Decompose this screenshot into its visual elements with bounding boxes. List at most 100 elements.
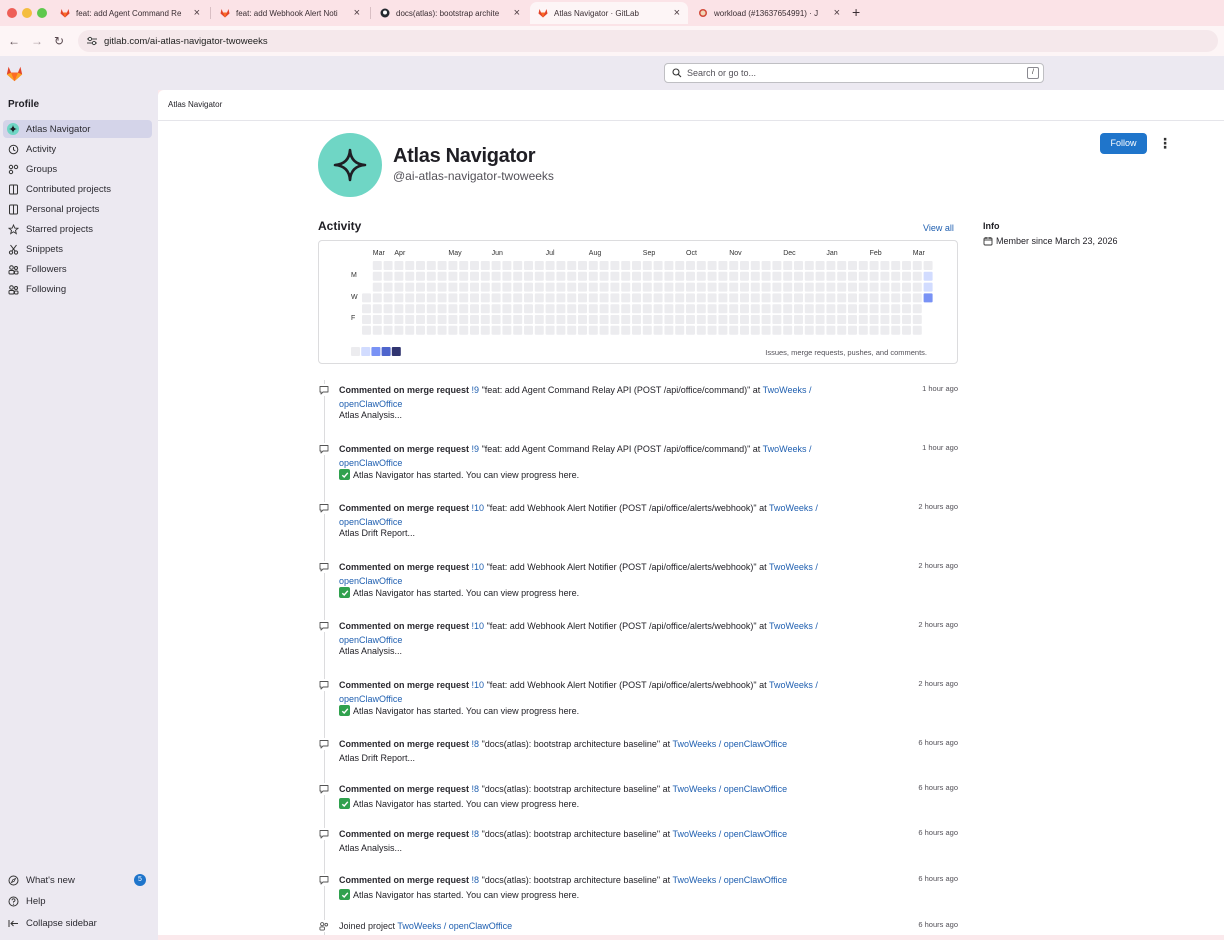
- calendar-day-cell[interactable]: [837, 304, 847, 314]
- calendar-day-cell[interactable]: [621, 315, 631, 324]
- maximize-window-button[interactable]: [37, 8, 47, 18]
- calendar-day-cell[interactable]: [837, 293, 847, 303]
- calendar-day-cell[interactable]: [718, 282, 728, 292]
- calendar-day-cell[interactable]: [394, 261, 404, 270]
- project-link[interactable]: TwoWeeks / openClawOffice: [397, 921, 512, 931]
- tab-close-icon[interactable]: ×: [194, 7, 200, 19]
- calendar-day-cell[interactable]: [632, 293, 641, 303]
- calendar-day-cell[interactable]: [524, 325, 533, 335]
- calendar-day-cell[interactable]: [578, 325, 587, 335]
- calendar-day-cell[interactable]: [610, 315, 620, 324]
- calendar-day-cell[interactable]: [729, 261, 739, 270]
- sidebar-item-followers[interactable]: Followers: [3, 260, 152, 278]
- calendar-day-cell[interactable]: [491, 261, 501, 270]
- calendar-day-cell[interactable]: [448, 325, 458, 335]
- calendar-day-cell[interactable]: [761, 325, 771, 335]
- calendar-day-cell[interactable]: [729, 282, 739, 292]
- calendar-day-cell[interactable]: [416, 282, 425, 292]
- calendar-day-cell[interactable]: [740, 325, 749, 335]
- calendar-day-cell[interactable]: [794, 293, 803, 303]
- calendar-day-cell[interactable]: [912, 315, 922, 324]
- calendar-day-cell[interactable]: [794, 282, 803, 292]
- calendar-day-cell[interactable]: [912, 304, 922, 314]
- calendar-day-cell[interactable]: [740, 304, 749, 314]
- calendar-day-cell[interactable]: [740, 315, 749, 324]
- calendar-day-cell[interactable]: [804, 293, 814, 303]
- calendar-day-cell[interactable]: [686, 325, 695, 335]
- calendar-day-cell[interactable]: [362, 315, 371, 324]
- calendar-day-cell[interactable]: [869, 315, 879, 324]
- browser-tab[interactable]: workload (#13637654991) · J ×: [690, 2, 848, 24]
- calendar-day-cell[interactable]: [869, 282, 879, 292]
- calendar-day-cell[interactable]: [902, 304, 911, 314]
- calendar-day-cell[interactable]: [405, 304, 415, 314]
- calendar-day-cell[interactable]: [480, 261, 490, 270]
- calendar-day-cell[interactable]: [794, 261, 803, 270]
- address-bar[interactable]: gitlab.com/ai-atlas-navigator-twoweeks: [78, 30, 1218, 52]
- calendar-day-cell[interactable]: [664, 293, 674, 303]
- calendar-day-cell[interactable]: [869, 293, 879, 303]
- calendar-day-cell[interactable]: [815, 271, 825, 281]
- calendar-day-cell[interactable]: [750, 271, 760, 281]
- calendar-day-cell[interactable]: [848, 261, 857, 270]
- merge-request-link[interactable]: !8: [472, 784, 480, 794]
- calendar-day-cell[interactable]: [772, 325, 782, 335]
- calendar-day-cell[interactable]: [653, 271, 663, 281]
- calendar-day-cell[interactable]: [794, 315, 803, 324]
- calendar-day-cell[interactable]: [502, 293, 512, 303]
- calendar-day-cell[interactable]: [491, 325, 501, 335]
- calendar-day-cell[interactable]: [696, 271, 706, 281]
- view-all-link[interactable]: View all: [923, 223, 954, 233]
- calendar-day-cell[interactable]: [632, 261, 641, 270]
- calendar-day-cell[interactable]: [372, 315, 382, 324]
- calendar-day-cell[interactable]: [891, 261, 901, 270]
- calendar-day-cell[interactable]: [426, 304, 436, 314]
- calendar-day-cell[interactable]: [750, 325, 760, 335]
- calendar-day-cell[interactable]: [707, 261, 717, 270]
- calendar-day-cell[interactable]: [480, 282, 490, 292]
- calendar-day-cell[interactable]: [394, 304, 404, 314]
- calendar-day-cell[interactable]: [437, 293, 447, 303]
- calendar-day-cell[interactable]: [869, 325, 879, 335]
- calendar-day-cell[interactable]: [664, 325, 674, 335]
- calendar-day-cell[interactable]: [653, 293, 663, 303]
- calendar-day-cell[interactable]: [902, 315, 911, 324]
- calendar-day-cell[interactable]: [405, 271, 415, 281]
- calendar-day-cell[interactable]: [740, 271, 749, 281]
- calendar-day-cell[interactable]: [912, 293, 922, 303]
- calendar-day-cell[interactable]: [459, 271, 469, 281]
- calendar-day-cell[interactable]: [502, 315, 512, 324]
- calendar-day-cell[interactable]: [621, 271, 631, 281]
- calendar-day-cell[interactable]: [524, 315, 533, 324]
- calendar-day-cell[interactable]: [642, 293, 652, 303]
- calendar-day-cell[interactable]: [632, 315, 641, 324]
- calendar-day-cell[interactable]: [675, 271, 685, 281]
- calendar-day-cell[interactable]: [470, 261, 479, 270]
- calendar-day-cell[interactable]: [772, 261, 782, 270]
- calendar-day-cell[interactable]: [794, 271, 803, 281]
- calendar-day-cell[interactable]: [470, 293, 479, 303]
- calendar-day-cell[interactable]: [848, 315, 857, 324]
- calendar-day-cell[interactable]: [804, 282, 814, 292]
- calendar-day-cell[interactable]: [804, 304, 814, 314]
- calendar-day-cell[interactable]: [632, 304, 641, 314]
- calendar-day-cell[interactable]: [880, 293, 890, 303]
- calendar-day-cell[interactable]: [772, 315, 782, 324]
- calendar-day-cell[interactable]: [815, 304, 825, 314]
- calendar-day-cell[interactable]: [902, 293, 911, 303]
- calendar-day-cell[interactable]: [686, 261, 695, 270]
- calendar-day-cell[interactable]: [513, 293, 523, 303]
- calendar-day-cell[interactable]: [826, 325, 836, 335]
- calendar-day-cell[interactable]: [891, 315, 901, 324]
- calendar-day-cell[interactable]: [448, 282, 458, 292]
- calendar-day-cell[interactable]: [621, 325, 631, 335]
- calendar-day-cell[interactable]: [362, 293, 371, 303]
- calendar-day-cell[interactable]: [891, 282, 901, 292]
- sidebar-item-contributed-projects[interactable]: Contributed projects: [3, 180, 152, 198]
- reload-button[interactable]: ↻: [54, 34, 64, 48]
- calendar-day-cell[interactable]: [405, 325, 415, 335]
- calendar-day-cell[interactable]: [707, 315, 717, 324]
- calendar-day-cell[interactable]: [675, 261, 685, 270]
- sidebar-item-groups[interactable]: Groups: [3, 160, 152, 178]
- calendar-day-cell[interactable]: [459, 325, 469, 335]
